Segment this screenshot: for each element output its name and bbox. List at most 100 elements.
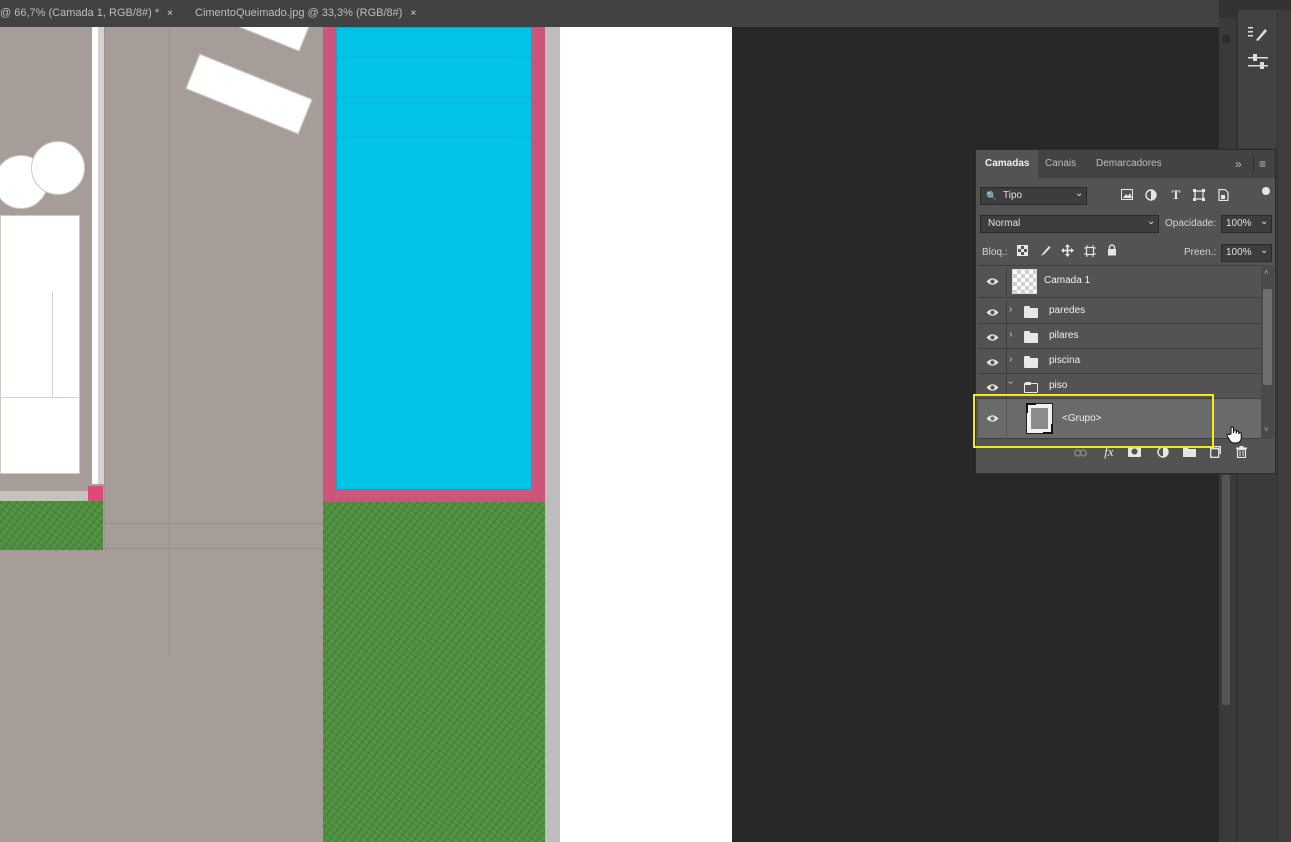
tab-canais[interactable]: Canais <box>1045 150 1076 178</box>
layer-name: Camada 1 <box>1044 275 1091 286</box>
pool-line <box>337 137 531 138</box>
opacity-field[interactable]: 100% ⌄ <box>1221 215 1272 233</box>
filter-pixel-icon[interactable] <box>1120 189 1134 204</box>
chevron-down-icon: ⌄ <box>1147 216 1156 227</box>
search-icon: 🔍 <box>986 191 998 201</box>
filter-smart-object-icon[interactable] <box>1216 188 1230 205</box>
layer-name: pilares <box>1049 330 1079 341</box>
floor-seam <box>169 27 170 657</box>
hand-cursor-icon <box>1226 426 1242 444</box>
lock-transparency-icon[interactable] <box>1016 245 1029 260</box>
panel-menu-icon[interactable]: ≡ <box>1259 150 1266 178</box>
pool-line <box>337 57 531 58</box>
layer-name: piscina <box>1049 355 1081 366</box>
folder-icon <box>1024 331 1038 343</box>
brush-presets-icon[interactable] <box>1247 25 1269 43</box>
fill-label: Preen.: <box>1184 247 1217 258</box>
filter-type-icon[interactable]: T <box>1169 188 1183 202</box>
chevron-right-icon[interactable]: › <box>1009 329 1012 340</box>
panel-tab-bar: Camadas Canais Demarcadores » ≡ <box>976 150 1275 178</box>
chevron-down-icon[interactable]: › <box>1005 381 1016 384</box>
mask-icon[interactable] <box>1127 446 1141 461</box>
tab-title: CimentoQueimado.jpg @ 33,3% (RGB/8#) <box>195 7 403 19</box>
eye-divider <box>1006 299 1007 323</box>
visibility-eye-icon[interactable] <box>986 306 999 320</box>
blend-mode-value: Normal <box>988 218 1021 229</box>
scroll-down-icon[interactable]: ˅ <box>1264 425 1269 434</box>
furniture-line <box>52 292 81 397</box>
tab-divider <box>1253 156 1254 172</box>
filter-toggle-icon[interactable] <box>1262 187 1270 195</box>
layer-row-camada-1[interactable]: Camada 1 <box>978 265 1261 298</box>
panel-expand-icon[interactable]: » <box>1235 150 1242 178</box>
fill-field[interactable]: 100% ⌄ <box>1221 244 1272 262</box>
highlight-box <box>973 394 1214 448</box>
document-tab-active[interactable]: @ 66,7% (Camada 1, RGB/8#) * × <box>0 0 173 27</box>
chevron-down-icon: ⌄ <box>1260 216 1269 227</box>
tab-demarcadores[interactable]: Demarcadores <box>1096 150 1162 178</box>
new-layer-icon[interactable] <box>1209 446 1221 462</box>
furniture-line <box>0 397 80 398</box>
trash-icon[interactable] <box>1235 446 1247 462</box>
lock-artboard-icon[interactable] <box>1083 245 1096 261</box>
tab-close-icon[interactable]: × <box>167 8 173 19</box>
eye-divider <box>1006 324 1007 348</box>
visibility-eye-icon[interactable] <box>986 275 999 289</box>
dock-scrollbar[interactable] <box>1222 475 1230 705</box>
visibility-eye-icon[interactable] <box>986 356 999 370</box>
fill-value: 100% <box>1226 247 1252 258</box>
opacity-label: Opacidade: <box>1165 218 1217 229</box>
layer-row-piscina[interactable]: › piscina <box>978 349 1261 374</box>
document-tab-cimento[interactable]: CimentoQueimado.jpg @ 33,3% (RGB/8#) × <box>195 0 416 27</box>
chevron-down-icon: ⌄ <box>1260 245 1269 256</box>
visibility-eye-icon[interactable] <box>986 331 999 345</box>
folder-icon <box>1024 356 1038 368</box>
floor-seam <box>104 27 105 547</box>
filter-label: Tipo <box>1003 190 1023 201</box>
dock-edge <box>1278 10 1291 842</box>
grass-lawn <box>323 501 545 842</box>
tab-close-icon[interactable]: × <box>410 8 416 19</box>
layer-thumbnail <box>1012 269 1037 294</box>
folder-icon <box>1024 306 1038 318</box>
layer-name: paredes <box>1049 305 1086 316</box>
opacity-value: 100% <box>1226 218 1252 229</box>
lock-pixels-brush-icon[interactable] <box>1039 245 1052 261</box>
scroll-up-icon[interactable]: ˄ <box>1264 268 1269 277</box>
link-icon[interactable] <box>1073 447 1087 461</box>
scroll-thumb[interactable] <box>1263 289 1272 385</box>
chevron-right-icon[interactable]: › <box>1009 354 1012 365</box>
blend-mode-select[interactable]: Normal ⌄ <box>980 215 1159 233</box>
tab-title: @ 66,7% (Camada 1, RGB/8#) * <box>0 7 160 19</box>
chevron-right-icon[interactable]: › <box>1009 304 1012 315</box>
house-wall-shadow <box>98 27 104 484</box>
layer-row-pilares[interactable]: › pilares <box>978 324 1261 349</box>
dock-grip <box>1222 35 1230 43</box>
document-canvas[interactable] <box>0 27 732 842</box>
adjustment-icon[interactable] <box>1156 446 1170 462</box>
site-edge-strip <box>545 27 560 842</box>
lock-all-icon[interactable] <box>1106 244 1118 260</box>
layer-list-scrollbar[interactable]: ˄ ˅ <box>1261 265 1274 439</box>
layer-row-paredes[interactable]: › paredes <box>978 299 1261 324</box>
house-sill <box>0 491 88 501</box>
eye-divider <box>1006 349 1007 373</box>
pool-line <box>337 96 531 97</box>
grass-patch <box>0 501 103 550</box>
document-tab-bar: @ 66,7% (Camada 1, RGB/8#) * × CimentoQue… <box>0 0 1291 27</box>
round-table <box>31 141 85 195</box>
lock-label: Bloq.: <box>982 247 1008 258</box>
lock-position-move-icon[interactable] <box>1060 244 1074 261</box>
eye-divider <box>1006 267 1007 298</box>
filter-shape-icon[interactable] <box>1192 189 1206 205</box>
tab-camadas[interactable]: Camadas <box>976 150 1039 178</box>
folder-open-icon <box>1024 382 1038 393</box>
layer-name: piso <box>1049 380 1068 391</box>
pillar-marker <box>88 486 103 501</box>
chevron-down-icon: ⌄ <box>1075 188 1084 199</box>
layer-filter-select[interactable]: 🔍 Tipo ⌄ <box>980 187 1087 205</box>
filter-adjustment-icon[interactable] <box>1144 189 1158 205</box>
visibility-eye-icon[interactable] <box>986 381 999 395</box>
adjustments-sliders-icon[interactable] <box>1247 53 1269 71</box>
new-group-icon[interactable] <box>1182 447 1196 461</box>
